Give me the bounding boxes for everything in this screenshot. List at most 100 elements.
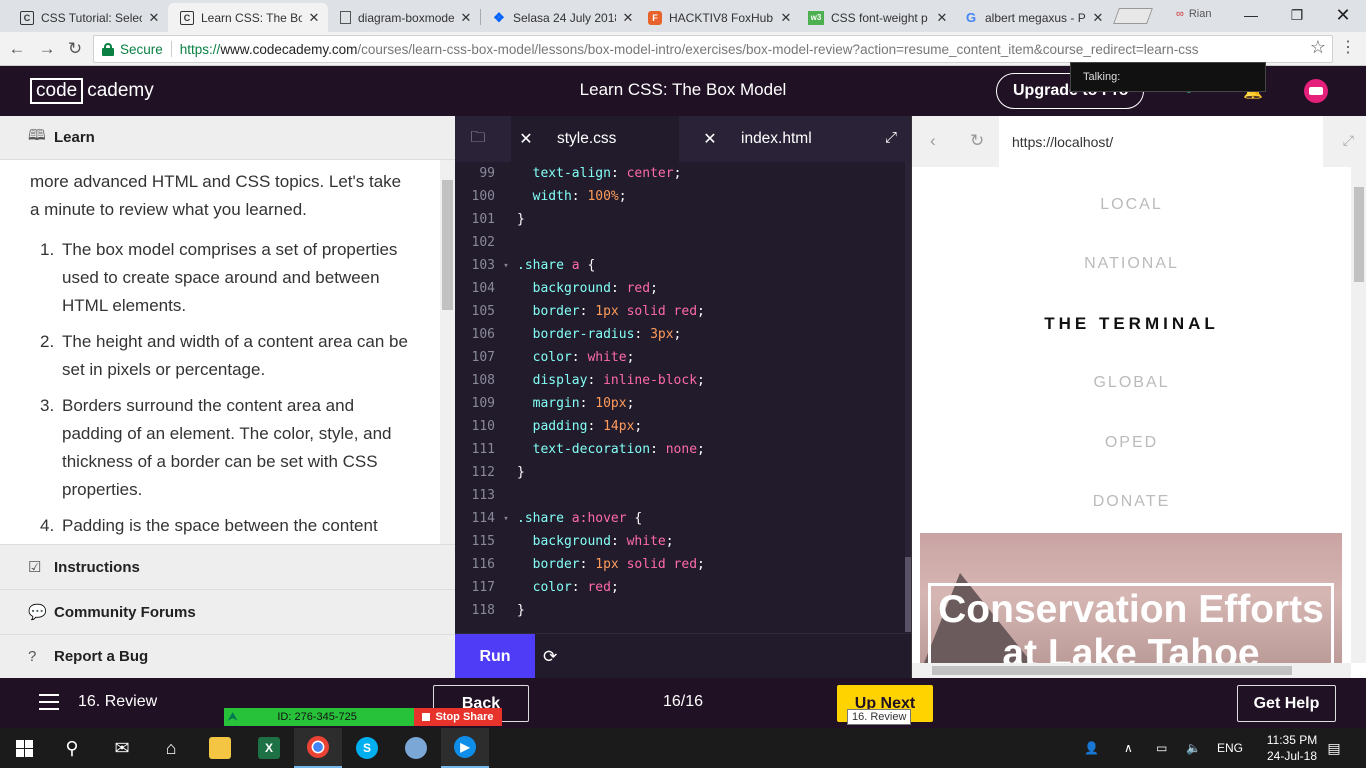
code-line[interactable]: 107 color: white; (455, 346, 905, 369)
volume-icon[interactable]: 🔈 (1186, 728, 1201, 768)
fold-arrow-icon[interactable]: ▾ (495, 514, 517, 524)
tab-index-html[interactable]: ✕ index.html (695, 116, 865, 162)
paint-icon[interactable] (392, 728, 440, 768)
browser-tab-diagram[interactable]: diagram-boxmode ✕ (328, 3, 480, 32)
excel-icon[interactable]: X (245, 728, 293, 768)
browser-tab-hacktiv8[interactable]: F HACKTIV8 FoxHub ✕ (642, 3, 800, 32)
browser-tab-css-tutorial[interactable]: C CSS Tutorial: Selec ✕ (0, 3, 168, 32)
address-bar[interactable]: Secure https://www.codecademy.com/course… (93, 35, 1333, 63)
browser-tab-google[interactable]: G albert megaxus - P ✕ (956, 3, 1112, 32)
close-icon[interactable]: ✕ (695, 129, 725, 149)
close-tab-icon[interactable]: ✕ (146, 10, 162, 26)
preview-nav-the-terminal[interactable]: THE TERMINAL (912, 294, 1351, 354)
language-indicator[interactable]: ENG (1217, 728, 1243, 768)
tab-style-css[interactable]: ✕ style.css (511, 116, 679, 162)
scrollbar-thumb[interactable] (932, 666, 1292, 675)
start-button[interactable] (0, 728, 48, 768)
stop-share-button[interactable]: Stop Share (414, 708, 502, 726)
close-tab-icon[interactable]: ✕ (1090, 10, 1106, 26)
code-line[interactable]: 118} (455, 599, 905, 622)
preview-nav-local[interactable]: LOCAL (912, 175, 1351, 235)
close-tab-icon[interactable]: ✕ (458, 10, 474, 26)
close-tab-icon[interactable]: ✕ (306, 10, 322, 26)
reset-icon[interactable]: ⟳ (543, 647, 557, 667)
learn-header[interactable]: 🕮 Learn (0, 116, 455, 160)
scrollbar-thumb[interactable] (442, 180, 453, 310)
reload-icon[interactable]: ↻ (62, 36, 88, 62)
mail-icon[interactable]: ✉ (98, 728, 146, 768)
notification-center-icon[interactable]: ▤ (1322, 736, 1346, 760)
search-icon[interactable]: ⚲ (48, 728, 96, 768)
battery-icon[interactable]: ▭ (1156, 728, 1167, 768)
code-line[interactable]: 115 background: white; (455, 530, 905, 553)
chrome-menu-icon[interactable]: ⋮ (1340, 37, 1356, 57)
code-line[interactable]: 100 width: 100%; (455, 185, 905, 208)
code-line[interactable]: 114 ▾ .share a:hover { (455, 507, 905, 530)
scrollbar-thumb[interactable] (1354, 187, 1364, 282)
teamviewer-icon[interactable]: ▶ (441, 728, 489, 768)
expand-icon[interactable]: ⤢ (885, 129, 897, 146)
hamburger-menu-icon[interactable] (39, 694, 59, 715)
folder-icon[interactable]: 🗀 (455, 116, 501, 162)
new-tab-button[interactable] (1113, 8, 1153, 24)
preview-url[interactable]: https://localhost/ (999, 116, 1323, 167)
code-line[interactable]: 101} (455, 208, 905, 231)
preview-horizontal-scrollbar[interactable] (912, 663, 1351, 678)
code-line[interactable]: 109 margin: 10px; (455, 392, 905, 415)
code-line[interactable]: 103 ▾ .share a { (455, 254, 905, 277)
close-window-button[interactable]: ✕ (1320, 0, 1366, 30)
home-icon[interactable]: ⌂ (147, 728, 195, 768)
minimize-button[interactable]: — (1228, 0, 1274, 30)
report-bug-link[interactable]: ? Report a Bug (0, 634, 455, 678)
code-line[interactable]: 113 (455, 484, 905, 507)
preview-nav-global[interactable]: GLOBAL (912, 354, 1351, 414)
close-tab-icon[interactable]: ✕ (778, 10, 794, 26)
teamviewer-id[interactable]: ⮝ ID: 276-345-725 (224, 708, 414, 726)
system-clock[interactable]: 11:35 PM 24-Jul-18 (1264, 732, 1320, 764)
browser-tab-learn-css[interactable]: C Learn CSS: The Bo ✕ (168, 3, 328, 32)
code-line[interactable]: 110 padding: 14px; (455, 415, 905, 438)
close-tab-icon[interactable]: ✕ (934, 10, 950, 26)
close-tab-icon[interactable]: ✕ (620, 10, 636, 26)
chevron-up-icon[interactable]: ∧ (1124, 728, 1133, 768)
learn-scrollbar[interactable] (440, 160, 455, 544)
get-help-button[interactable]: Get Help (1237, 685, 1336, 722)
codecademy-logo[interactable]: code cademy (30, 78, 154, 104)
forward-arrow-icon[interactable]: → (34, 36, 60, 62)
restore-button[interactable]: ❐ (1274, 0, 1320, 30)
preview-nav-oped[interactable]: OPED (912, 413, 1351, 473)
browser-tab-dropbox[interactable]: ❖ Selasa 24 July 2018 ✕ (482, 3, 642, 32)
lesson-step-label[interactable]: 16. Review (78, 693, 157, 711)
preview-refresh-icon[interactable]: ↻ (970, 131, 984, 151)
code-line[interactable]: 117 color: red; (455, 576, 905, 599)
code-line[interactable]: 106 border-radius: 3px; (455, 323, 905, 346)
file-explorer-icon[interactable] (196, 728, 244, 768)
code-line[interactable]: 99 text-align: center; (455, 162, 905, 185)
people-icon[interactable]: 👤 (1084, 728, 1099, 768)
close-icon[interactable]: ✕ (511, 129, 541, 149)
run-button[interactable]: Run (455, 634, 535, 679)
code-line[interactable]: 112} (455, 461, 905, 484)
community-forums-link[interactable]: 💬 Community Forums (0, 589, 455, 634)
preview-back-icon[interactable]: ‹ (930, 131, 936, 151)
code-line[interactable]: 108 display: inline-block; (455, 369, 905, 392)
browser-tab-w3schools[interactable]: w3 CSS font-weight p ✕ (800, 3, 956, 32)
instructions-toggle[interactable]: ☑ Instructions (0, 544, 455, 589)
preview-nav-national[interactable]: NATIONAL (912, 235, 1351, 295)
code-line[interactable]: 102 (455, 231, 905, 254)
fold-arrow-icon[interactable]: ▾ (495, 261, 517, 271)
code-line[interactable]: 111 text-decoration: none; (455, 438, 905, 461)
avatar[interactable] (1304, 79, 1328, 103)
back-arrow-icon[interactable]: ← (4, 36, 30, 62)
code-line[interactable]: 104 background: red; (455, 277, 905, 300)
code-area[interactable]: 99 text-align: center; 100 width: 100%; 10… (455, 162, 905, 632)
code-line[interactable]: 116 border: 1px solid red; (455, 553, 905, 576)
skype-icon[interactable]: S (343, 728, 391, 768)
code-line[interactable]: 105 border: 1px solid red; (455, 300, 905, 323)
preview-vertical-scrollbar[interactable] (1351, 167, 1366, 663)
bookmark-star-icon[interactable]: ☆ (1310, 37, 1326, 58)
preview-expand-icon[interactable]: ⤢ (1343, 132, 1354, 149)
chrome-icon[interactable] (294, 728, 342, 768)
profile-chip[interactable]: ∞ Rian (1176, 8, 1211, 20)
preview-nav-donate[interactable]: DONATE (912, 473, 1351, 533)
